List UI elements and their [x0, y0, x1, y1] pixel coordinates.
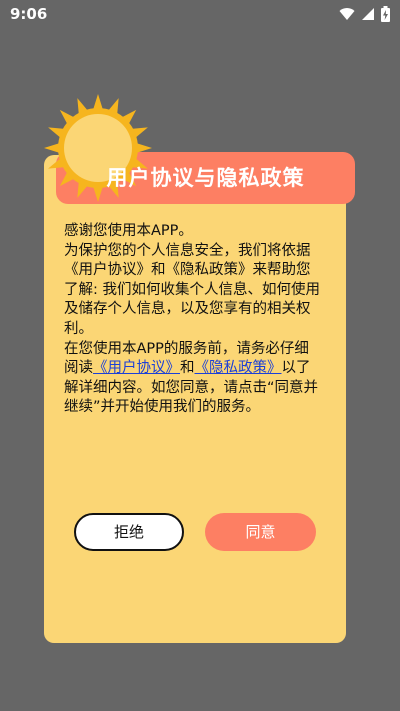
dialog-title: 用户协议与隐私政策 — [106, 166, 305, 190]
status-icons — [339, 5, 390, 23]
privacy-policy-link[interactable]: 《隐私政策》 — [195, 360, 282, 376]
status-bar: 9:06 — [0, 0, 400, 28]
user-agreement-link[interactable]: 《用户协议》 — [93, 360, 180, 376]
wifi-icon — [339, 7, 355, 21]
agree-button[interactable]: 同意 — [205, 513, 316, 551]
and-text: 和 — [180, 360, 195, 377]
battery-charging-icon — [381, 6, 390, 22]
notice-text: 在您使用本APP的服务前，请务必仔细阅读《用户协议》和《隐私政策》以了解详细内容… — [64, 340, 320, 418]
refuse-button[interactable]: 拒绝 — [74, 513, 184, 551]
dialog-body: 感谢您使用本APP。 为保护您的个人信息安全，我们将依据《用户协议》和《隐私政策… — [64, 222, 320, 418]
signal-icon — [361, 7, 375, 21]
status-time: 9:06 — [10, 5, 48, 23]
purpose-text: 为保护您的个人信息安全，我们将依据《用户协议》和《隐私政策》来帮助您了解: 我们… — [64, 242, 320, 337]
intro-text: 感谢您使用本APP。 — [64, 223, 193, 239]
